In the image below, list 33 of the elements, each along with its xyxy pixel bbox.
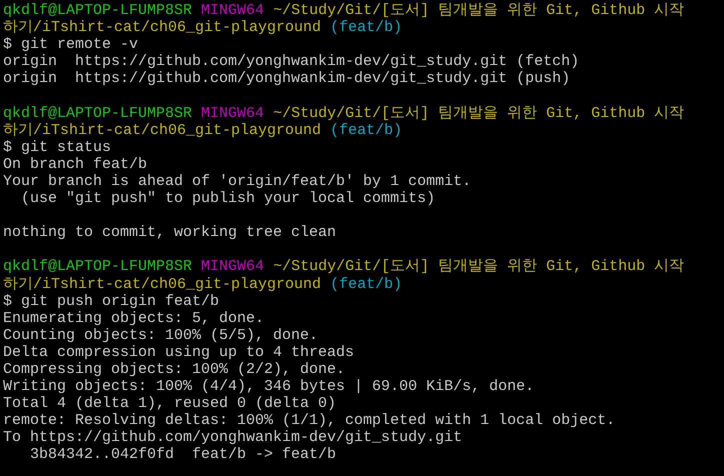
command-text: $ git remote -v	[3, 36, 138, 54]
shell-name-text: MINGW64	[201, 2, 264, 19]
output-text: Total 4 (delta 1), reused 0 (delta 0)	[3, 395, 336, 412]
path-text: ~/Study/Git/[도서] 팀개발을 위한 Git, Github 시작	[273, 104, 684, 122]
output-text: Enumerating objects: 5, done.	[3, 310, 264, 327]
branch-text: (feat/b)	[330, 122, 402, 139]
output-text: nothing to commit, working tree clean	[3, 224, 336, 242]
path-text: 하기/iTshirt-cat/ch06_git-playground	[3, 276, 322, 292]
shell-name-text: MINGW64	[201, 258, 264, 276]
branch-text: (feat/b)	[330, 276, 402, 292]
shell-name-text: MINGW64	[201, 104, 264, 122]
path-text: 하기/iTshirt-cat/ch06_git-playground	[3, 122, 322, 139]
path-text: ~/Study/Git/[도서] 팀개발을 위한 Git, Github 시작	[273, 258, 684, 276]
user-host-text: qkdlf@LAPTOP-LFUMP8SR	[3, 2, 192, 19]
output-text: Your branch is ahead of 'origin/feat/b' by 1 commit.	[3, 172, 472, 190]
path-text: 하기/iTshirt-cat/ch06_git-playground	[3, 19, 322, 36]
output-text: (use "git push" to publish your local commits)	[20, 190, 436, 208]
output-text: Delta compression using up to 4 threads	[3, 344, 354, 361]
output-text: On branch feat/b	[3, 156, 148, 173]
output-text: To https://github.com/yonghwankim-dev/git_study.git	[3, 429, 462, 446]
command-text: $ git push origin feat/b	[3, 292, 220, 310]
output-text: Counting objects: 100% (5/5), done.	[3, 326, 318, 344]
path-text: ~/Study/Git/[도서] 팀개발을 위한 Git, Github 시작	[273, 2, 684, 19]
output-text: Compressing objects: 100% (2/2), done.	[3, 360, 346, 378]
user-host-text: qkdlf@LAPTOP-LFUMP8SR	[3, 258, 192, 276]
output-text: remote: Resolving deltas: 100% (1/1), completed with 1 local object.	[3, 412, 616, 430]
output-text: Writing objects: 100% (4/4), 346 bytes | 69.00 KiB/s, done.	[3, 378, 534, 396]
output-text: 3b84342..042f0fd feat/b -> feat/b	[29, 446, 336, 464]
output-text: origin https://github.com/yonghwankim-dev/git_study.git (fetch)	[3, 53, 580, 70]
branch-text: (feat/b)	[330, 19, 402, 36]
output-text: origin https://github.com/yonghwankim-dev/git_study.git (push)	[3, 70, 570, 88]
command-text: $ git status	[3, 138, 112, 156]
user-host-text: qkdlf@LAPTOP-LFUMP8SR	[3, 104, 192, 122]
